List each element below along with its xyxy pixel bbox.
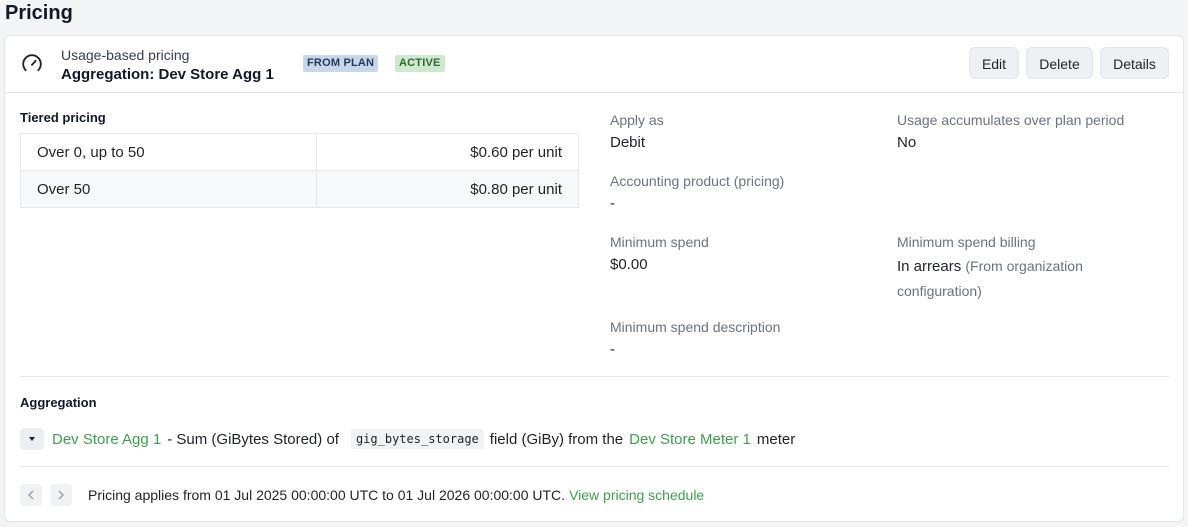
- usage-accumulates-field: Usage accumulates over plan period No: [897, 111, 1124, 154]
- field-code: gig_bytes_storage: [350, 429, 484, 449]
- edit-button[interactable]: Edit: [969, 47, 1019, 79]
- aggregation-heading: Aggregation: [20, 395, 97, 410]
- caret-down-icon: [29, 437, 35, 441]
- gauge-icon: [22, 54, 42, 72]
- next-button[interactable]: [50, 484, 72, 506]
- field-label: Minimum spend: [610, 234, 709, 250]
- pricing-period-text: Pricing applies from 01 Jul 2025 00:00:0…: [88, 487, 566, 503]
- previous-button[interactable]: [20, 484, 42, 506]
- field-value: In arrears (From organization configurat…: [897, 254, 1117, 304]
- card-header: Usage-based pricing Aggregation: Dev Sto…: [5, 36, 1183, 93]
- meter-link[interactable]: Dev Store Meter 1: [629, 431, 751, 448]
- table-row: Over 50 $0.80 per unit: [20, 170, 580, 208]
- tier-table: Over 0, up to 50 $0.60 per unit Over 50 …: [20, 133, 580, 208]
- field-value: -: [610, 195, 615, 212]
- aggregation-text: - Sum (GiBytes Stored) of: [167, 430, 339, 448]
- apply-as-field: Apply as Debit: [610, 111, 664, 154]
- minimum-spend-description-field: Minimum spend description -: [610, 318, 780, 361]
- divider: [20, 376, 1169, 377]
- pricing-title: Aggregation: Dev Store Agg 1: [61, 66, 274, 83]
- chevron-right-icon: [58, 490, 65, 500]
- from-plan-badge: FROM PLAN: [303, 55, 379, 72]
- pricing-type-label: Usage-based pricing: [61, 47, 190, 63]
- tier-price: $0.60 per unit: [315, 133, 580, 171]
- details-button[interactable]: Details: [1100, 47, 1169, 79]
- view-pricing-schedule-link[interactable]: View pricing schedule: [569, 487, 704, 503]
- billing-value: In arrears: [897, 258, 962, 275]
- field-value: No: [897, 134, 917, 151]
- tiered-pricing-heading: Tiered pricing: [20, 110, 106, 125]
- delete-button[interactable]: Delete: [1026, 47, 1093, 79]
- field-label: Accounting product (pricing): [610, 173, 785, 189]
- status-badge: ACTIVE: [395, 55, 445, 72]
- divider: [20, 466, 1169, 467]
- expand-toggle[interactable]: [20, 428, 44, 450]
- field-value: -: [610, 341, 615, 358]
- tier-price: $0.80 per unit: [315, 170, 580, 208]
- field-label: Minimum spend billing: [897, 234, 1036, 250]
- field-label: Minimum spend description: [610, 319, 781, 335]
- pricing-card: Usage-based pricing Aggregation: Dev Sto…: [4, 35, 1184, 522]
- chevron-left-icon: [27, 490, 34, 500]
- aggregation-row: Dev Store Agg 1 - Sum (GiBytes Stored) o…: [20, 427, 795, 451]
- field-value: $0.00: [610, 256, 648, 273]
- tier-range: Over 0, up to 50: [20, 133, 317, 171]
- accounting-product-field: Accounting product (pricing) -: [610, 172, 784, 215]
- aggregation-link[interactable]: Dev Store Agg 1: [52, 431, 161, 448]
- aggregation-text: meter: [756, 430, 796, 448]
- minimum-spend-billing-field: Minimum spend billing In arrears (From o…: [897, 233, 1117, 304]
- pricing-schedule-footer: Pricing applies from 01 Jul 2025 00:00:0…: [20, 483, 704, 507]
- table-row: Over 0, up to 50 $0.60 per unit: [20, 133, 580, 171]
- field-label: Apply as: [610, 112, 664, 128]
- aggregation-text: field (GiBy) from the: [489, 430, 624, 448]
- tier-range: Over 50: [20, 170, 317, 208]
- field-label: Usage accumulates over plan period: [897, 112, 1125, 128]
- page-title: Pricing: [5, 2, 73, 24]
- field-value: Debit: [610, 134, 646, 151]
- minimum-spend-field: Minimum spend $0.00: [610, 233, 709, 276]
